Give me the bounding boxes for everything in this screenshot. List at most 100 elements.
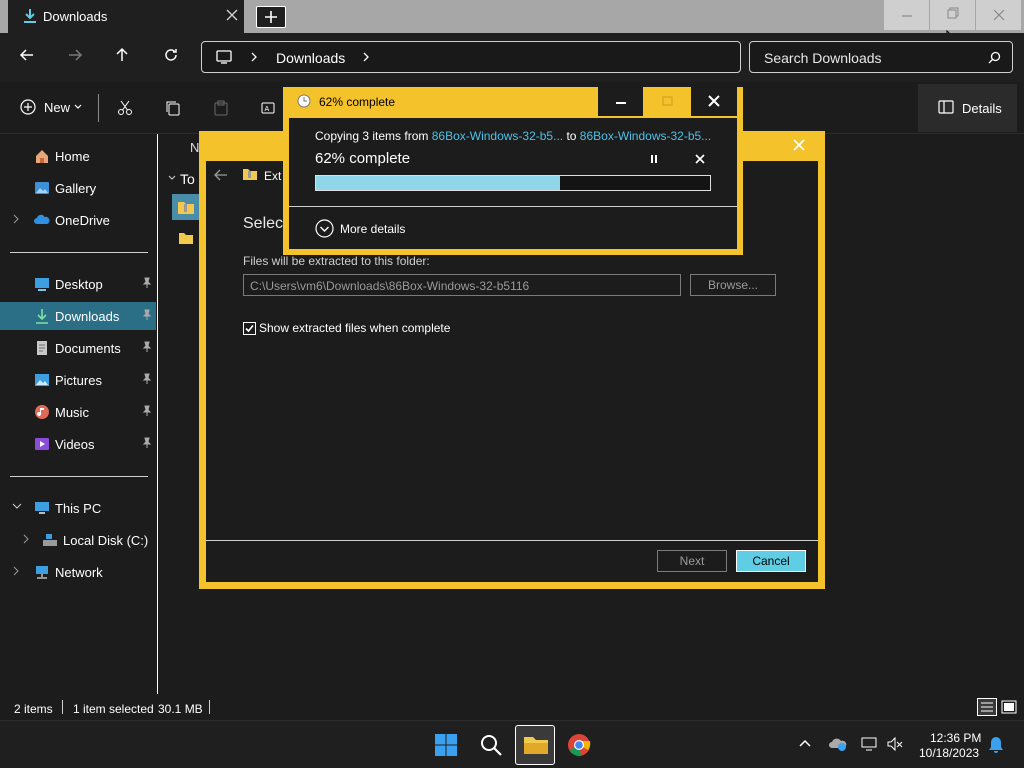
details-button[interactable]: Details <box>918 84 1017 132</box>
clock-time[interactable]: 12:36 PM <box>930 731 981 745</box>
cancel-button[interactable]: Cancel <box>736 550 806 572</box>
extract-heading: Selec <box>243 215 284 232</box>
pin-icon[interactable] <box>142 405 152 417</box>
disk-icon <box>42 532 58 548</box>
search-input[interactable]: Search Downloads <box>749 41 1013 73</box>
sidebar-item-label: Downloads <box>55 309 120 324</box>
chevron-right-icon[interactable] <box>12 214 20 224</box>
sidebar-item-videos[interactable]: Videos <box>0 430 156 458</box>
item-count: 2 items <box>14 702 53 716</box>
rename-icon[interactable]: A <box>261 100 277 116</box>
progress-close-button[interactable] <box>691 87 737 116</box>
show-files-label: Show extracted files when complete <box>259 321 451 335</box>
chevron-down-icon[interactable] <box>12 502 22 510</box>
cut-icon[interactable] <box>117 100 133 116</box>
forward-arrow-icon[interactable] <box>67 47 83 63</box>
start-icon[interactable] <box>434 733 458 757</box>
progress-minimize-button[interactable] <box>598 87 643 116</box>
sidebar-item-label: Documents <box>55 341 121 356</box>
refresh-icon[interactable] <box>163 47 179 63</box>
extract-close-icon[interactable] <box>793 139 805 151</box>
sidebar-item-this-pc[interactable]: This PC <box>0 494 156 522</box>
pc-icon <box>34 500 50 516</box>
percent-complete-text: 62% complete <box>315 150 411 167</box>
back-arrow-icon[interactable] <box>214 169 228 181</box>
file-explorer-taskbar-button[interactable] <box>515 725 555 765</box>
volume-muted-icon[interactable] <box>886 736 904 752</box>
window-close-button[interactable] <box>976 0 1021 30</box>
pictures-icon <box>34 372 50 388</box>
chrome-icon[interactable] <box>567 733 591 757</box>
minimize-button[interactable] <box>884 0 929 30</box>
progress-bar <box>315 175 711 191</box>
show-files-checkbox[interactable] <box>243 321 256 335</box>
sidebar-item-label: Pictures <box>55 373 102 388</box>
sidebar-item-documents[interactable]: Documents <box>0 334 156 362</box>
download-icon <box>23 8 37 24</box>
sidebar-item-onedrive[interactable]: OneDrive <box>0 206 156 234</box>
browse-button[interactable]: Browse... <box>690 274 776 296</box>
list-item-selected[interactable] <box>172 194 200 220</box>
pause-icon[interactable] <box>649 154 659 164</box>
chevron-up-icon[interactable] <box>799 739 811 747</box>
chevron-right-icon[interactable] <box>250 52 258 62</box>
next-button[interactable]: Next <box>657 550 727 572</box>
folder-icon[interactable] <box>178 231 194 245</box>
sidebar-item-gallery[interactable]: Gallery <box>0 174 156 202</box>
chevron-right-icon[interactable] <box>12 566 20 576</box>
sidebar-item-label: Gallery <box>55 181 97 196</box>
progress-bar-fill <box>316 176 561 190</box>
sidebar-item-network[interactable]: Network <box>0 558 156 586</box>
sidebar-item-desktop[interactable]: Desktop <box>0 270 156 298</box>
up-arrow-icon[interactable] <box>114 47 130 63</box>
navigation-pane: Home Gallery OneDrive Desktop Downloads … <box>0 134 158 694</box>
pin-icon[interactable] <box>142 341 152 353</box>
selection-count: 1 item selected <box>73 702 154 716</box>
network-tray-icon[interactable] <box>860 736 878 752</box>
new-button[interactable]: New <box>20 99 82 115</box>
group-header[interactable]: To <box>180 171 195 187</box>
sidebar-item-pictures[interactable]: Pictures <box>0 366 156 394</box>
paste-icon[interactable] <box>213 100 229 116</box>
sidebar-item-label: Music <box>55 405 89 420</box>
new-tab-button[interactable] <box>256 6 286 28</box>
thumbnail-view-button[interactable] <box>1000 698 1018 716</box>
restore-button[interactable] <box>930 0 975 30</box>
sidebar-item-home[interactable]: Home <box>0 142 156 170</box>
sidebar-item-label: Network <box>55 565 103 580</box>
chevron-down-icon[interactable] <box>168 174 176 182</box>
tab-downloads[interactable]: Downloads <box>8 0 244 33</box>
breadcrumb-downloads[interactable]: Downloads <box>276 50 345 66</box>
pin-icon[interactable] <box>142 309 152 321</box>
pin-icon[interactable] <box>142 437 152 449</box>
source-link[interactable]: 86Box-Windows-32-b5... <box>432 129 563 143</box>
more-details-toggle[interactable]: More details <box>315 219 405 238</box>
pin-icon[interactable] <box>142 277 152 289</box>
sidebar-item-downloads[interactable]: Downloads <box>0 302 156 330</box>
copy-icon[interactable] <box>165 100 181 116</box>
column-header-name[interactable]: N <box>190 140 199 155</box>
cancel-copy-icon[interactable] <box>695 154 705 164</box>
clock-icon <box>297 94 311 108</box>
tab-close-icon[interactable] <box>226 9 238 21</box>
plus-circle-icon <box>20 99 36 115</box>
details-view-button[interactable] <box>977 698 997 716</box>
chevron-right-icon[interactable] <box>22 534 30 544</box>
zip-folder-icon <box>242 167 258 181</box>
chevron-right-icon[interactable] <box>362 52 370 62</box>
show-files-checkbox-row[interactable]: Show extracted files when complete <box>243 321 450 335</box>
notification-bell-icon[interactable] <box>988 736 1004 754</box>
back-arrow-icon[interactable] <box>19 47 35 63</box>
sidebar-item-music[interactable]: Music <box>0 398 156 426</box>
clock-date[interactable]: 10/18/2023 <box>919 746 979 760</box>
destination-field[interactable]: C:\Users\vm6\Downloads\86Box-Windows-32-… <box>243 274 681 296</box>
address-bar[interactable]: Downloads <box>201 41 741 73</box>
destination-link[interactable]: 86Box-Windows-32-b5... <box>580 129 711 143</box>
sidebar-item-local-disk[interactable]: Local Disk (C:) <box>0 526 156 554</box>
search-icon[interactable] <box>479 733 503 757</box>
progress-dialog-body: Copying 3 items from 86Box-Windows-32-b5… <box>289 118 737 249</box>
copy-prefix: Copying 3 items from <box>315 129 432 143</box>
status-divider <box>62 700 63 714</box>
pin-icon[interactable] <box>142 373 152 385</box>
onedrive-tray-icon[interactable] <box>828 736 848 752</box>
